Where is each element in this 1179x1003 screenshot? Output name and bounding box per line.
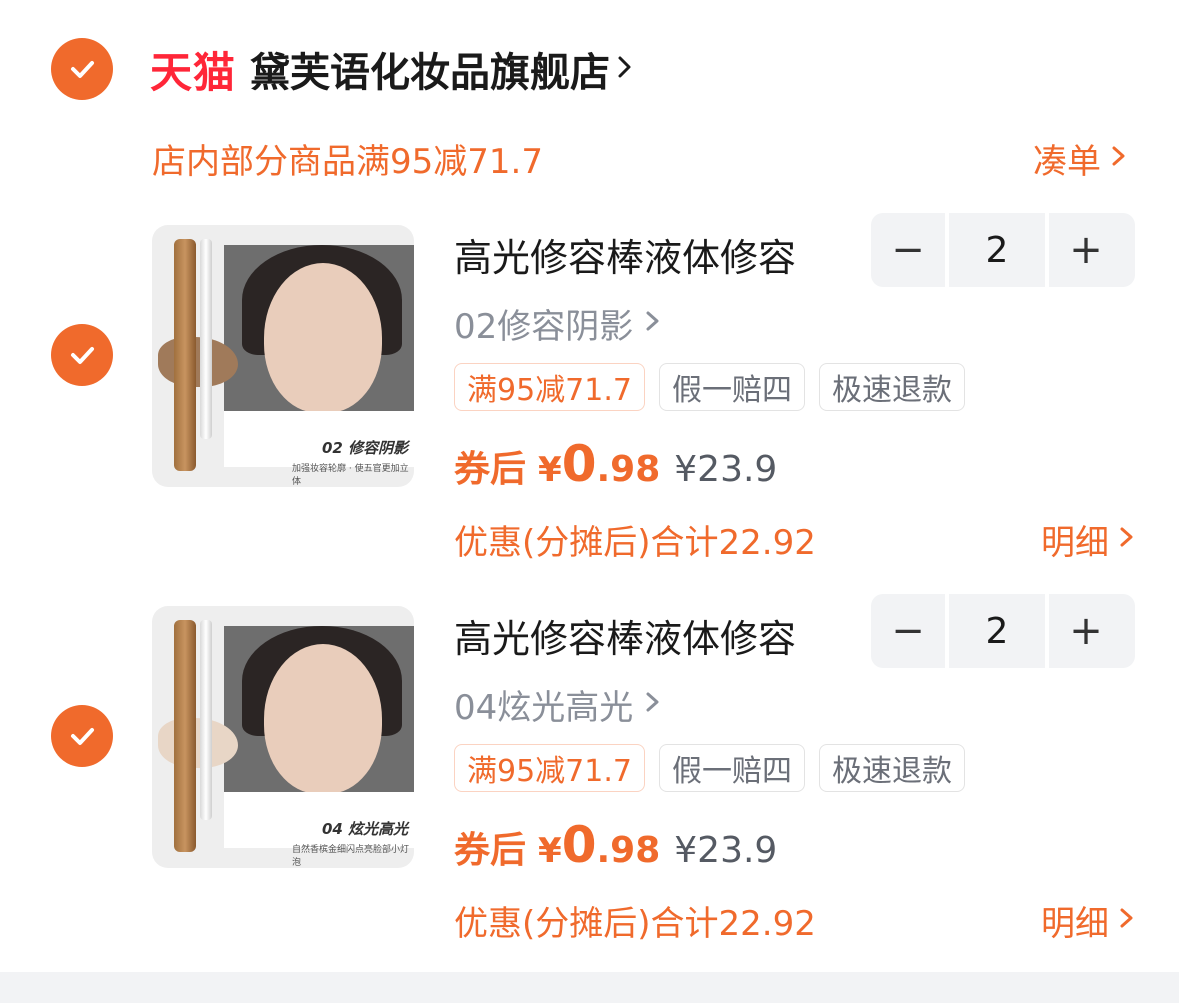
variant-selector[interactable]: 04炫光高光 [454, 680, 661, 729]
tag-list: 满95减71.7 假一赔四 极速退款 [454, 363, 965, 411]
detail-label: 明细 [1041, 523, 1109, 563]
store-name[interactable]: 黛芙语化妆品旗舰店 [250, 40, 610, 98]
chevron-right-icon [1119, 520, 1135, 560]
product-image[interactable]: 02 修容阴影 加强妆容轮廓 · 使五官更加立体 [152, 225, 414, 487]
currency-symbol: ¥ [538, 450, 562, 490]
quantity-value[interactable]: 2 [945, 213, 1049, 287]
quantity-value[interactable]: 2 [945, 594, 1049, 668]
image-subcaption: 加强妆容轮廓 · 使五官更加立体 [292, 464, 409, 487]
detail-link[interactable]: 明细 [1041, 896, 1135, 945]
product-swatch [158, 718, 238, 768]
price-integer: 0 [561, 435, 597, 493]
product-swatch [158, 337, 238, 387]
image-caption: 04 炫光高光 [322, 820, 409, 838]
discount-total: 优惠(分摊后)合计22.92 [454, 523, 816, 563]
cart-item: 04 炫光高光 自然香槟金细闪点亮脸部小灯泡 高光修容棒液体修容 − 2 + 0… [0, 594, 1179, 966]
variant-label: 02修容阴影 [454, 307, 634, 347]
price-decimal: .98 [596, 830, 661, 871]
product-wand [200, 620, 212, 820]
service-tag: 极速退款 [818, 363, 965, 411]
image-caption: 02 修容阴影 [322, 439, 409, 457]
cart-store-section: 天猫 黛芙语化妆品旗舰店 店内部分商品满95减71.7 凑单 02 修容阴影 加… [0, 0, 1179, 1003]
store-checkbox[interactable] [51, 38, 113, 100]
quantity-stepper: − 2 + [871, 594, 1135, 668]
tmall-logo: 天猫 [150, 47, 237, 97]
cart-item: 02 修容阴影 加强妆容轮廓 · 使五官更加立体 高光修容棒液体修容 − 2 +… [0, 213, 1179, 585]
detail-label: 明细 [1041, 904, 1109, 944]
discount-total: 优惠(分摊后)合计22.92 [454, 904, 816, 944]
model-face [264, 263, 382, 413]
image-subcaption: 自然香槟金细闪点亮脸部小灯泡 [292, 845, 410, 868]
service-tag: 极速退款 [818, 744, 965, 792]
model-face [264, 644, 382, 794]
product-title[interactable]: 高光修容棒液体修容 [454, 227, 796, 282]
price-integer: 0 [561, 816, 597, 874]
product-image[interactable]: 04 炫光高光 自然香槟金细闪点亮脸部小灯泡 [152, 606, 414, 868]
store-promo-text: 店内部分商品满95减71.7 [152, 142, 543, 182]
promo-tag: 满95减71.7 [454, 363, 645, 411]
service-tag: 假一赔四 [658, 744, 805, 792]
product-title[interactable]: 高光修容棒液体修容 [454, 608, 796, 663]
increase-button[interactable]: + [1049, 594, 1123, 668]
variant-label: 04炫光高光 [454, 688, 634, 728]
increase-button[interactable]: + [1049, 213, 1123, 287]
price-label: 券后 [454, 830, 527, 871]
check-icon [71, 61, 94, 78]
detail-link[interactable]: 明细 [1041, 515, 1135, 564]
price-row: 券后 ¥ 0 .98 ¥23.9 [454, 435, 777, 493]
variant-selector[interactable]: 02修容阴影 [454, 299, 661, 348]
chevron-right-icon [645, 685, 661, 725]
section-divider [0, 972, 1179, 1003]
product-wand [200, 239, 212, 439]
chevron-right-icon [1111, 139, 1127, 179]
price-row: 券后 ¥ 0 .98 ¥23.9 [454, 816, 777, 874]
promo-tag: 满95减71.7 [454, 744, 645, 792]
tag-list: 满95减71.7 假一赔四 极速退款 [454, 744, 965, 792]
chevron-right-icon [616, 52, 634, 86]
currency-symbol: ¥ [538, 831, 562, 871]
coudan-label: 凑单 [1033, 142, 1101, 182]
service-tag: 假一赔四 [658, 363, 805, 411]
store-header[interactable]: 天猫 黛芙语化妆品旗舰店 [150, 38, 634, 100]
price-label: 券后 [454, 449, 527, 490]
chevron-right-icon [1119, 901, 1135, 941]
price-decimal: .98 [596, 449, 661, 490]
decrease-button[interactable]: − [871, 213, 945, 287]
chevron-right-icon [645, 304, 661, 344]
original-price: ¥23.9 [674, 830, 778, 871]
coudan-link[interactable]: 凑单 [1033, 134, 1127, 183]
product-tube [174, 620, 196, 852]
original-price: ¥23.9 [674, 449, 778, 490]
quantity-stepper: − 2 + [871, 213, 1135, 287]
decrease-button[interactable]: − [871, 594, 945, 668]
product-tube [174, 239, 196, 471]
